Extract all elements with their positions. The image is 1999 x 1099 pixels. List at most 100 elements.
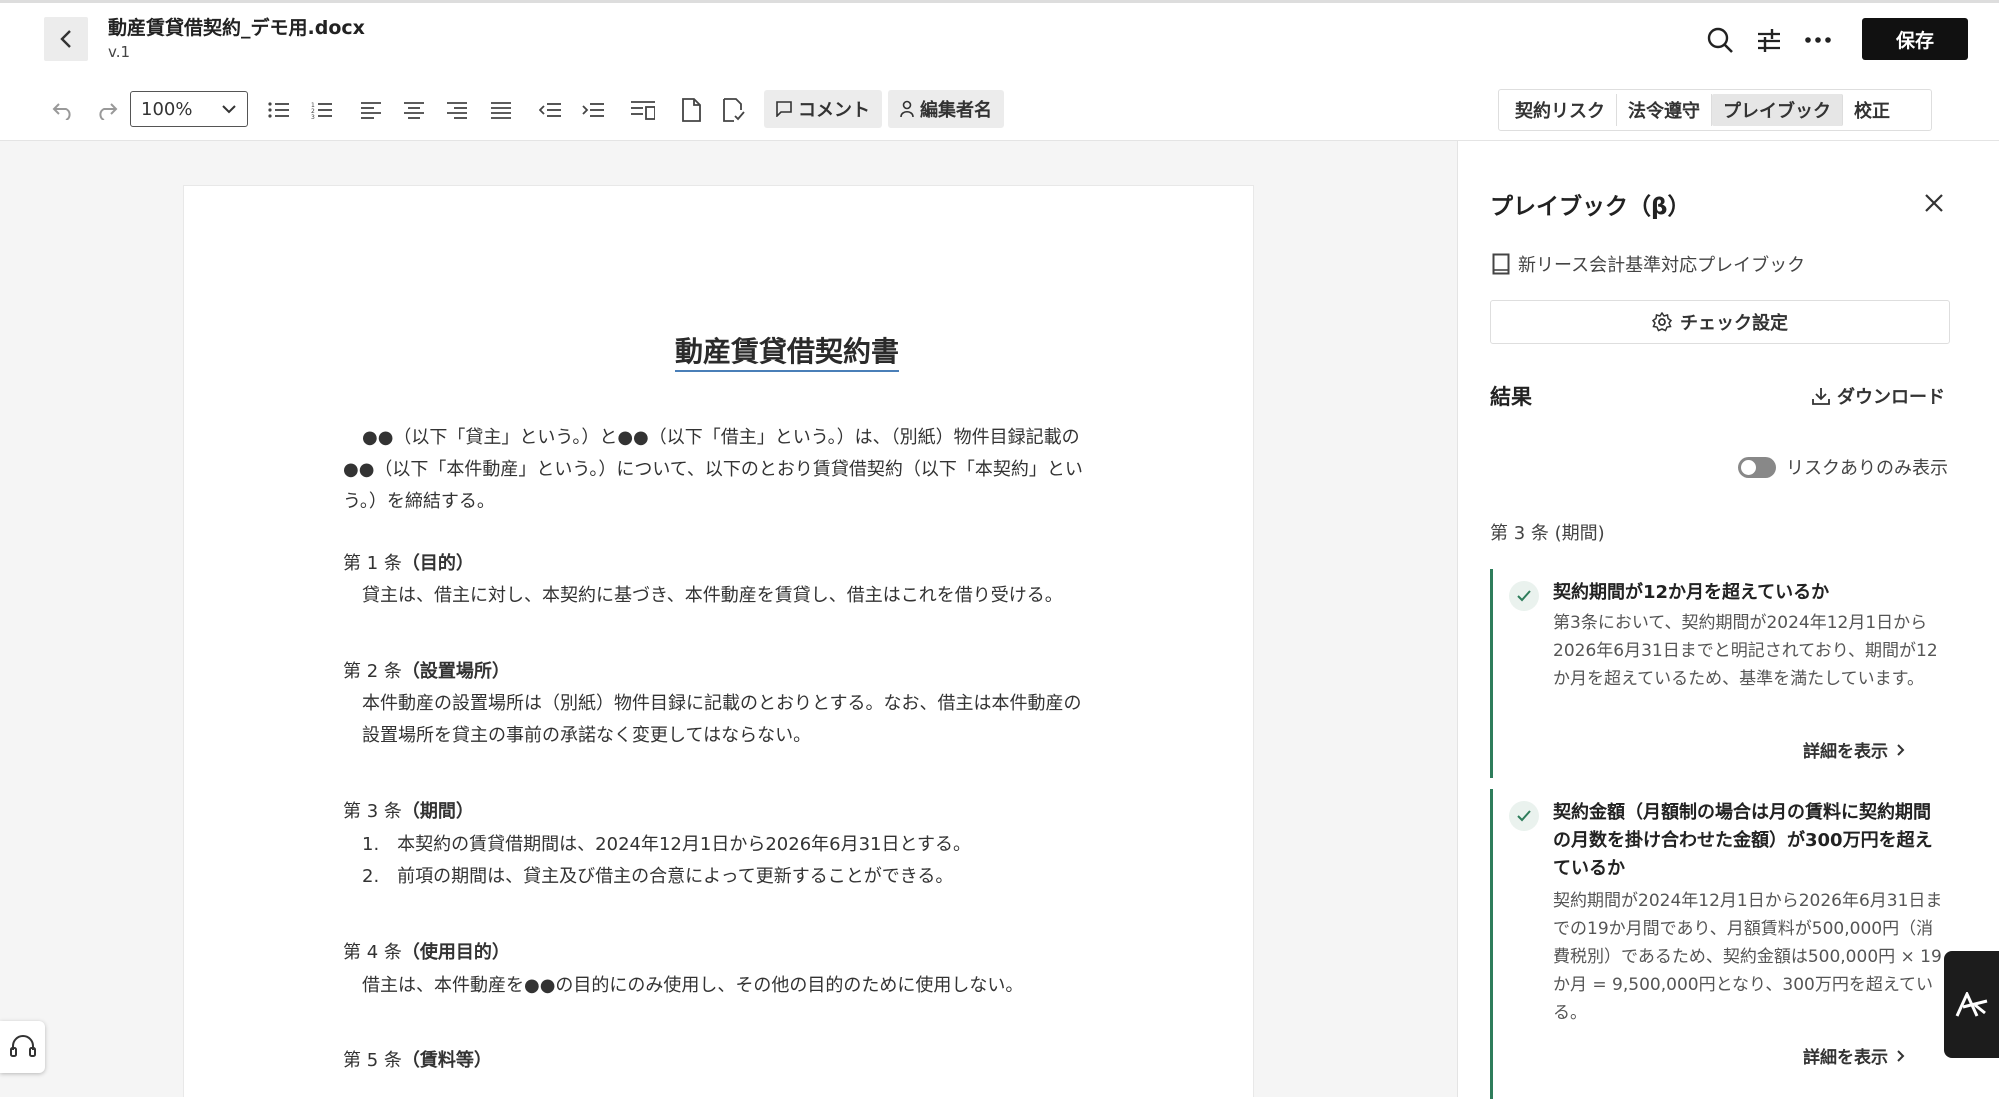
align-left-button[interactable] xyxy=(356,92,386,128)
article-heading: 第 1 条（目的） xyxy=(343,550,474,578)
article-number: 第 1 条 xyxy=(343,553,402,574)
outdent-icon xyxy=(539,103,561,117)
undo-icon xyxy=(52,103,71,120)
article-text: 貸主は、借主に対し、本契約に基づき、本件動産を賃貸し、借主はこれを借り受ける。 xyxy=(362,585,1063,606)
more-button[interactable] xyxy=(1801,23,1835,57)
save-button[interactable]: 保存 xyxy=(1862,18,1968,60)
undo-button[interactable] xyxy=(46,92,80,128)
header: 動産賃貸借契約_デモ用.docx v.1 保存 100% 123 コメント 編集… xyxy=(0,3,1999,141)
tab-legal-compliance[interactable]: 法令遵守 xyxy=(1617,94,1712,126)
numbered-list-icon: 123 xyxy=(311,102,332,119)
download-label: ダウンロード xyxy=(1837,387,1945,408)
close-panel-button[interactable] xyxy=(1920,189,1948,217)
align-left-icon xyxy=(361,102,381,119)
chevron-right-icon xyxy=(1897,743,1905,756)
article-text: 本件動産の設置場所は（別紙）物件目録に記載のとおりとする。なお、借主は本件動産の xyxy=(362,693,1082,714)
document-icon xyxy=(682,98,701,122)
article-heading: 第 4 条（使用目的） xyxy=(343,939,510,967)
align-right-icon xyxy=(447,102,467,119)
numbered-list-button[interactable]: 123 xyxy=(307,92,337,128)
show-details-label: 詳細を表示 xyxy=(1803,742,1888,762)
more-icon xyxy=(1805,37,1831,43)
toggle-knob xyxy=(1741,459,1756,475)
article-text: 1. 本契約の賃貸借期間は、2024年12月1日から2026年6月31日とする。 xyxy=(362,834,971,855)
ai-assistant-button[interactable] xyxy=(1944,951,1999,1058)
article-text: 2. 前項の期間は、貸主及び借主の合意によって更新することができる。 xyxy=(362,866,954,887)
align-justify-button[interactable] xyxy=(486,92,516,128)
indent-icon xyxy=(582,103,604,117)
align-center-button[interactable] xyxy=(399,92,429,128)
review-tabs: 契約リスク 法令遵守 プレイブック 校正 xyxy=(1498,89,1932,131)
back-icon xyxy=(60,30,71,48)
person-icon xyxy=(900,100,914,118)
gear-icon xyxy=(1652,312,1672,332)
article-heading: 第 3 条（期間） xyxy=(343,798,474,826)
search-icon xyxy=(1707,27,1733,53)
intro-paragraph: ●●（以下「貸主」という。）と●●（以下「借主」という。）は、（別紙）物件目録記… xyxy=(343,427,1083,512)
tab-proofreading[interactable]: 校正 xyxy=(1843,94,1901,126)
zoom-value: 100% xyxy=(141,98,193,120)
document-page[interactable]: 動産賃貸借契約書 ●●（以下「貸主」という。）と●●（以下「借主」という。）は、… xyxy=(183,185,1254,1097)
redo-icon xyxy=(99,103,118,120)
bullet-list-button[interactable] xyxy=(264,92,294,128)
article-title: （期間） xyxy=(401,801,474,822)
article-text: 借主は、本件動産を●●の目的にのみ使用し、その他の目的のために使用しない。 xyxy=(362,975,1024,996)
article-number: 第 4 条 xyxy=(343,942,402,963)
ai-icon xyxy=(1955,991,1987,1017)
panel-title: プレイブック（β） xyxy=(1490,194,1691,220)
article-heading: 第 5 条（賃料等） xyxy=(343,1047,492,1075)
article-heading: 第 2 条（設置場所） xyxy=(343,658,510,686)
tab-contract-risk[interactable]: 契約リスク xyxy=(1504,94,1617,126)
close-icon xyxy=(1925,194,1943,212)
align-center-icon xyxy=(404,102,424,119)
playbook-name-label: 新リース会計基準対応プレイブック xyxy=(1518,255,1806,276)
article-title: （目的） xyxy=(401,553,474,574)
result-card: 契約金額（月額制の場合は月の賃料に契約期間の月数を掛け合わせた金額）が300万円… xyxy=(1490,789,1960,1099)
bullet-list-icon xyxy=(268,102,289,118)
wrap-icon xyxy=(631,101,655,120)
risk-only-toggle[interactable] xyxy=(1738,456,1776,478)
search-button[interactable] xyxy=(1703,23,1737,57)
document-check-button[interactable] xyxy=(718,92,750,128)
result-status xyxy=(1509,801,1539,831)
editor-name-button[interactable]: 編集者名 xyxy=(888,90,1004,128)
comment-icon xyxy=(776,101,792,117)
chevron-down-icon xyxy=(222,105,236,114)
outdent-button[interactable] xyxy=(535,92,565,128)
tab-playbook[interactable]: プレイブック xyxy=(1712,94,1843,126)
article-title: （設置場所） xyxy=(401,661,510,682)
playbook-panel: プレイブック（β） 新リース会計基準対応プレイブック チェック設定 結果 ダウン… xyxy=(1457,141,1999,1099)
download-button[interactable]: ダウンロード xyxy=(1811,383,1945,409)
show-details-link[interactable]: 詳細を表示 xyxy=(1803,737,1905,762)
risk-only-label: リスクありのみ表示 xyxy=(1786,458,1948,479)
back-button[interactable] xyxy=(44,17,88,61)
document-title: 動産賃貸借契約書 xyxy=(674,334,900,373)
redo-button[interactable] xyxy=(90,92,124,128)
document-button[interactable] xyxy=(675,92,707,128)
file-name: 動産賃貸借契約_デモ用.docx xyxy=(108,17,365,39)
article-number: 第 2 条 xyxy=(343,661,402,682)
article-number: 第 3 条 xyxy=(343,801,402,822)
article-title: （使用目的） xyxy=(401,942,510,963)
check-settings-button[interactable]: チェック設定 xyxy=(1490,300,1950,344)
svg-text:3: 3 xyxy=(311,114,315,119)
support-button[interactable] xyxy=(0,1021,45,1073)
comment-label: コメント xyxy=(798,100,870,121)
book-icon xyxy=(1492,253,1510,275)
section-label: 第 3 条 (期間) xyxy=(1490,523,1605,544)
filter-button[interactable] xyxy=(1752,23,1786,57)
indent-button[interactable] xyxy=(578,92,608,128)
document-canvas: 動産賃貸借契約書 ●●（以下「貸主」という。）と●●（以下「借主」という。）は、… xyxy=(0,141,1457,1097)
wrap-button[interactable] xyxy=(627,92,659,128)
check-icon xyxy=(1517,810,1531,822)
editor-name-label: 編集者名 xyxy=(920,100,992,121)
chevron-right-icon xyxy=(1897,1049,1905,1062)
results-heading: 結果 xyxy=(1490,385,1532,409)
result-title: 契約期間が12か月を超えているか xyxy=(1553,582,1830,603)
zoom-select[interactable]: 100% xyxy=(130,91,248,127)
comment-button[interactable]: コメント xyxy=(764,90,882,128)
show-details-label: 詳細を表示 xyxy=(1803,1048,1888,1068)
check-icon xyxy=(1517,590,1531,602)
show-details-link[interactable]: 詳細を表示 xyxy=(1803,1043,1905,1068)
align-right-button[interactable] xyxy=(442,92,472,128)
